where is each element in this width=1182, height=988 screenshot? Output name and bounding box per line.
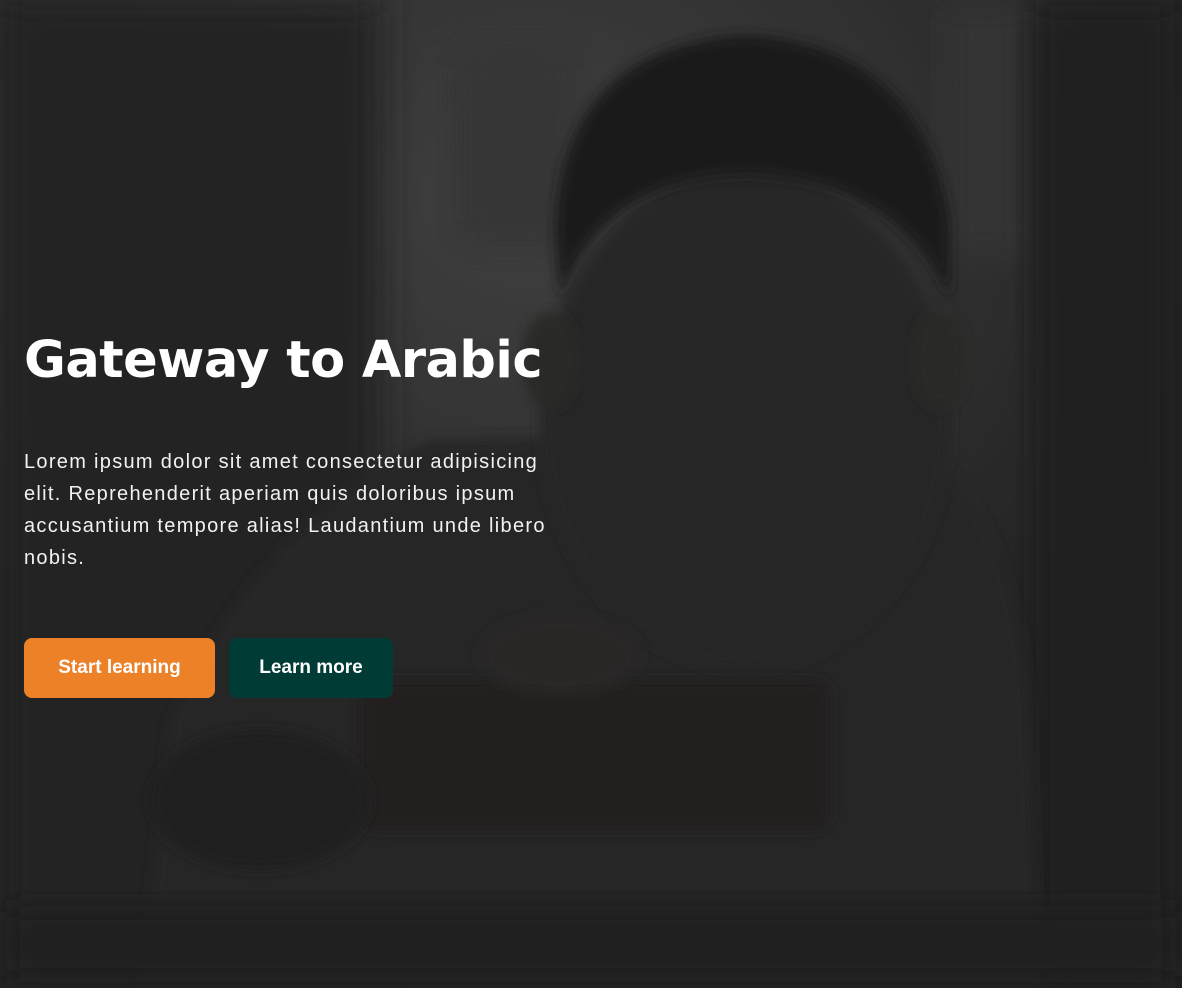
hero-description: Lorem ipsum dolor sit amet consectetur a… bbox=[24, 451, 546, 569]
start-learning-button[interactable]: Start learning bbox=[24, 638, 215, 698]
learn-more-button[interactable]: Learn more bbox=[229, 638, 393, 698]
hero-title: Gateway to Arabic bbox=[24, 331, 543, 390]
hero-section: Gateway to Arabic Lorem ipsum dolor sit … bbox=[0, 0, 1182, 988]
hero-content: Gateway to Arabic Lorem ipsum dolor sit … bbox=[24, 330, 584, 698]
hero-actions: Start learning Learn more bbox=[24, 638, 584, 698]
